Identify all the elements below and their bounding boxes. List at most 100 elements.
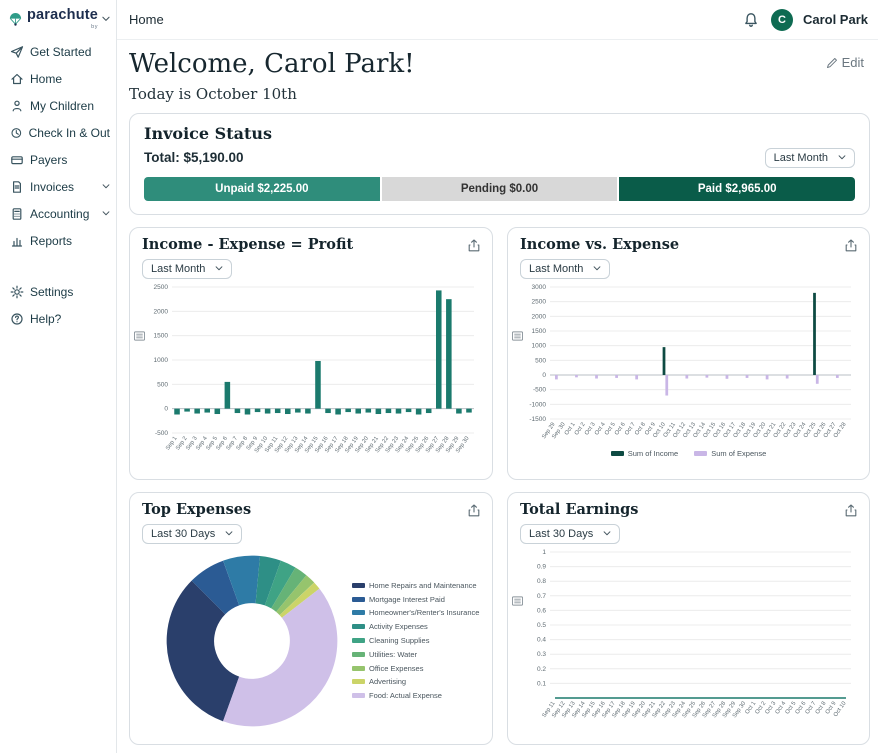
export-button[interactable] bbox=[843, 237, 859, 257]
legend-item[interactable]: Mortgage Interest Paid bbox=[352, 595, 479, 604]
top-expenses-donut-chart bbox=[164, 553, 340, 729]
sidebar-item-label: Home bbox=[30, 71, 63, 86]
total-earnings-card: Total Earnings Last 30 Days 0.1 0.2 0.3 0.4… bbox=[507, 491, 870, 745]
svg-text:1000: 1000 bbox=[154, 357, 169, 364]
sidebar-item-label: Get Started bbox=[30, 44, 92, 59]
calculator-icon bbox=[12, 207, 22, 220]
legend-item[interactable]: Home Repairs and Maintenance bbox=[352, 581, 479, 590]
page-title: Welcome, Carol Park! bbox=[129, 49, 415, 79]
legend-swatch bbox=[352, 638, 365, 643]
help-icon bbox=[11, 312, 23, 325]
chart-title: Top Expenses bbox=[142, 500, 252, 518]
chart-period-select[interactable]: Last Month bbox=[520, 258, 611, 279]
sidebar-item-label: Accounting bbox=[30, 206, 90, 221]
sidebar-item-my-children[interactable]: My Children bbox=[0, 92, 116, 119]
sidebar-item-label: Reports bbox=[30, 233, 73, 248]
svg-text:1500: 1500 bbox=[532, 328, 547, 335]
svg-text:0.5: 0.5 bbox=[537, 622, 546, 629]
sidebar: parachute by Get Started Home My Childre… bbox=[0, 0, 117, 753]
chart-period-select[interactable]: Last Month bbox=[142, 258, 233, 279]
income-expense-profit-chart: -500 0 500 1000 1500 2000 2500 Sep 1 Sep 2 Sep 3S… bbox=[142, 281, 480, 463]
user-name[interactable]: Carol Park bbox=[803, 12, 868, 27]
sidebar-item-label: Check In & Out bbox=[28, 125, 110, 140]
svg-text:-500: -500 bbox=[155, 430, 168, 437]
sidebar-item-payers[interactable]: Payers bbox=[0, 146, 116, 173]
chart-legend: Home Repairs and Maintenance Mortgage Int… bbox=[340, 578, 479, 702]
report-icon bbox=[11, 237, 23, 247]
legend-item[interactable]: Homeowner's/Renter's Insurance bbox=[352, 608, 479, 617]
export-button[interactable] bbox=[466, 502, 482, 522]
legend-label: Home Repairs and Maintenance bbox=[369, 580, 477, 590]
svg-text:-500: -500 bbox=[533, 386, 546, 393]
legend-label: Homeowner's/Renter's Insurance bbox=[369, 608, 480, 618]
svg-text:0.7: 0.7 bbox=[537, 592, 546, 599]
sidebar-item-label: Help? bbox=[30, 311, 62, 326]
nav-home-link[interactable]: Home bbox=[129, 12, 164, 27]
svg-text:2000: 2000 bbox=[532, 313, 547, 320]
notifications-button[interactable] bbox=[741, 10, 761, 30]
unpaid-segment: Unpaid $2,225.00 bbox=[144, 176, 380, 201]
legend-item[interactable]: Activity Expenses bbox=[352, 622, 479, 631]
legend-swatch bbox=[352, 624, 365, 630]
legend-item[interactable]: Advertising bbox=[352, 677, 479, 686]
export-button[interactable] bbox=[466, 237, 482, 257]
sidebar-item-invoices[interactable]: Invoices bbox=[0, 173, 116, 200]
chart-period-select[interactable]: Last 30 Days bbox=[520, 523, 621, 544]
brand-menu[interactable]: parachute by bbox=[0, 0, 116, 34]
legend-item[interactable]: Office Expenses bbox=[352, 664, 479, 673]
income-vs-expense-chart: -1500 -1000 -500 0 500 1000 1500 2000 2500 3000 Se… bbox=[520, 281, 857, 449]
svg-text:1500: 1500 bbox=[154, 332, 169, 339]
legend-item[interactable]: Utilities: Water bbox=[352, 650, 479, 659]
total-earnings-chart: 0.1 0.2 0.3 0.4 0.5 0.6 0.7 0.8 0.9 1 Sep 11 Sep 12… bbox=[520, 546, 857, 728]
legend-swatch bbox=[694, 450, 708, 456]
avatar[interactable]: C bbox=[770, 8, 793, 31]
parachute-icon bbox=[9, 12, 22, 26]
gear-icon bbox=[10, 285, 24, 298]
legend-item[interactable]: Sum of Expense bbox=[694, 449, 766, 458]
sidebar-item-settings[interactable]: Settings bbox=[0, 278, 116, 305]
wallet-icon bbox=[11, 155, 23, 164]
legend-label: Activity Expenses bbox=[369, 622, 428, 632]
svg-text:2000: 2000 bbox=[154, 308, 169, 315]
paid-segment: Paid $2,965.00 bbox=[619, 176, 855, 201]
chevron-down-icon bbox=[838, 155, 846, 160]
sidebar-item-label: Payers bbox=[30, 152, 68, 167]
sidebar-item-get-started[interactable]: Get Started bbox=[0, 38, 116, 65]
date-subtitle: Today is October 10th bbox=[129, 84, 297, 103]
legend-label: Utilities: Water bbox=[369, 649, 418, 659]
svg-text:2500: 2500 bbox=[532, 298, 547, 305]
svg-text:1000: 1000 bbox=[532, 342, 547, 349]
export-icon bbox=[845, 238, 857, 251]
sidebar-item-home[interactable]: Home bbox=[0, 65, 116, 92]
sidebar-item-help[interactable]: Help? bbox=[0, 305, 116, 332]
legend-label: Office Expenses bbox=[369, 663, 424, 673]
invoice-status-title: Invoice Status bbox=[144, 123, 272, 143]
chart-title: Income - Expense = Profit bbox=[142, 235, 354, 253]
legend-item[interactable]: Food: Actual Expense bbox=[352, 691, 479, 700]
invoice-icon bbox=[13, 180, 21, 193]
sidebar-item-reports[interactable]: Reports bbox=[0, 227, 116, 254]
invoice-period-select[interactable]: Last Month bbox=[764, 147, 855, 168]
export-icon bbox=[845, 503, 857, 516]
svg-text:0.9: 0.9 bbox=[537, 563, 546, 570]
chart-period-value: Last Month bbox=[529, 262, 584, 275]
chart-title: Income vs. Expense bbox=[520, 235, 680, 253]
edit-button[interactable]: Edit bbox=[820, 54, 870, 71]
legend-item[interactable]: Sum of Income bbox=[610, 449, 678, 458]
pending-segment: Pending $0.00 bbox=[381, 176, 618, 201]
invoice-status-card: Invoice Status Total: $5,190.00 Last Mon… bbox=[129, 112, 870, 215]
sidebar-item-accounting[interactable]: Accounting bbox=[0, 200, 116, 227]
top-expenses-card: Top Expenses Last 30 Days Home Repairs a… bbox=[129, 491, 493, 745]
sidebar-nav: Get Started Home My Children Check In & … bbox=[0, 38, 116, 332]
chart-period-select[interactable]: Last 30 Days bbox=[142, 523, 243, 544]
sidebar-item-label: My Children bbox=[30, 98, 95, 113]
pencil-icon bbox=[826, 57, 837, 68]
legend-label: Advertising bbox=[369, 677, 407, 687]
legend-swatch bbox=[352, 693, 365, 699]
legend-item[interactable]: Cleaning Supplies bbox=[352, 636, 479, 645]
sidebar-item-check-in-out[interactable]: Check In & Out bbox=[0, 119, 116, 146]
clock-icon bbox=[11, 127, 22, 138]
invoice-status-bar: Unpaid $2,225.00 Pending $0.00 Paid $2,9… bbox=[144, 176, 855, 201]
main-content: Welcome, Carol Park! Edit Today is Octob… bbox=[117, 40, 878, 753]
export-button[interactable] bbox=[843, 502, 859, 522]
